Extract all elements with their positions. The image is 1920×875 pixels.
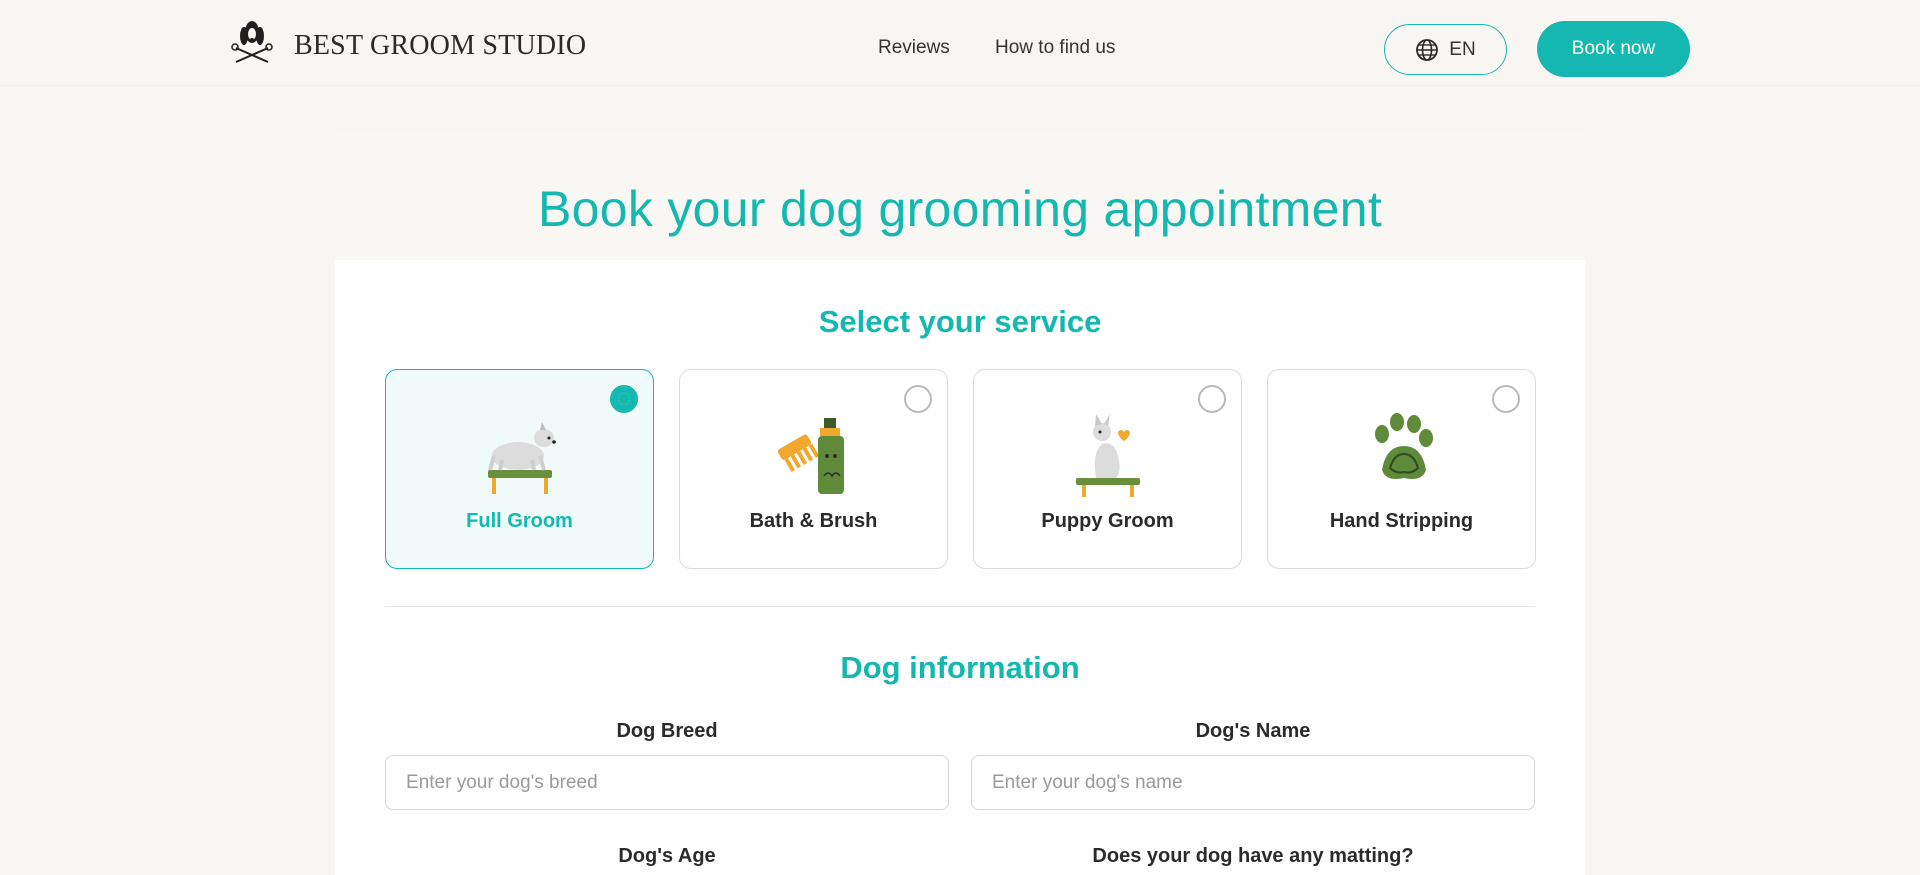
radio-full-groom[interactable] (610, 385, 638, 413)
service-option-puppy-groom[interactable]: Puppy Groom (973, 369, 1242, 569)
radio-bath-brush[interactable] (904, 385, 932, 413)
puppy-on-table-icon (1058, 400, 1158, 500)
section-divider (385, 606, 1535, 607)
service-label-full-groom: Full Groom (466, 510, 573, 532)
dog-name-label: Dog's Name (1195, 720, 1311, 742)
radio-hand-stripping[interactable] (1492, 385, 1520, 413)
language-label: EN (1449, 38, 1476, 60)
radio-puppy-groom[interactable] (1198, 385, 1226, 413)
service-label-hand-stripping: Hand Stripping (1329, 510, 1474, 532)
dog-age-label: Dog's Age (618, 845, 716, 867)
nav-link-how-to-find-us[interactable]: How to find us (995, 37, 1115, 59)
dog-on-table-icon (470, 400, 570, 500)
globe-icon (1416, 38, 1439, 61)
comb-and-shampoo-icon (764, 400, 864, 500)
brand-name[interactable]: BEST GROOM STUDIO (294, 30, 586, 62)
paw-icon (1352, 400, 1452, 500)
service-label-puppy-groom: Puppy Groom (1041, 510, 1174, 532)
language-selector[interactable]: EN (1384, 24, 1507, 75)
service-option-hand-stripping[interactable]: Hand Stripping (1267, 369, 1536, 569)
dog-breed-label: Dog Breed (616, 720, 718, 742)
book-now-button[interactable]: Book now (1537, 21, 1690, 77)
nav-link-reviews[interactable]: Reviews (878, 37, 950, 59)
service-option-full-groom[interactable]: Full Groom (385, 369, 654, 569)
dog-info-section-title: Dog information (840, 650, 1080, 685)
service-label-bath-brush: Bath & Brush (749, 510, 878, 532)
page-title: Book your dog grooming appointment (537, 181, 1383, 237)
dog-name-input[interactable] (971, 755, 1535, 810)
booking-card-header: Book your dog grooming appointment (335, 132, 1585, 260)
brand-logo[interactable] (228, 18, 276, 78)
service-option-bath-brush[interactable]: Bath & Brush (679, 369, 948, 569)
dog-breed-input[interactable] (385, 755, 949, 810)
service-section-title: Select your service (818, 304, 1102, 339)
site-header: BEST GROOM STUDIO Reviews How to find us… (0, 0, 1920, 86)
booking-card: Book your dog grooming appointment Selec… (335, 132, 1585, 875)
dog-matting-label: Does your dog have any matting? (1092, 845, 1414, 867)
